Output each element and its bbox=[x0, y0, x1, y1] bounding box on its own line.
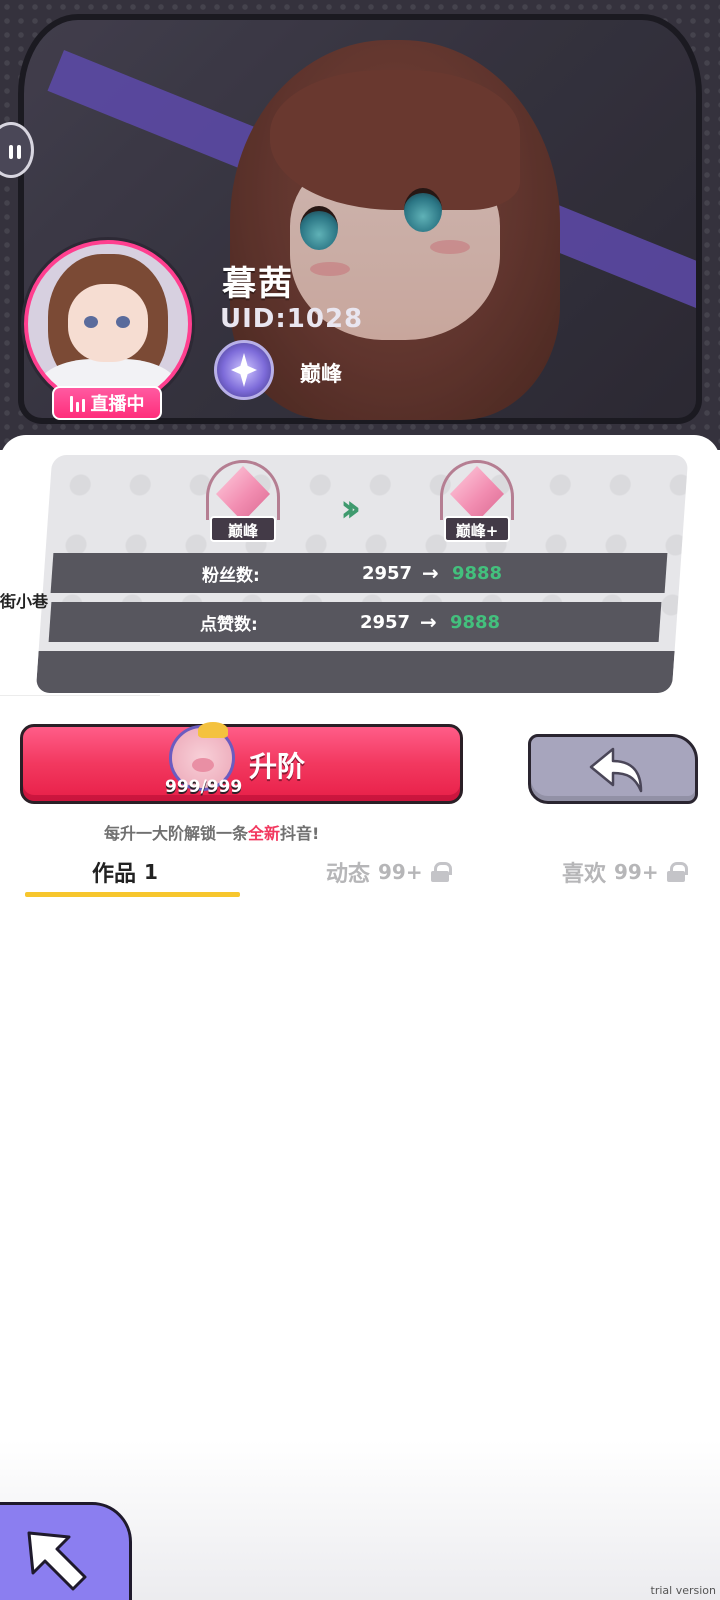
floating-action-button[interactable] bbox=[0, 1502, 132, 1600]
tab-label: 喜欢 bbox=[562, 862, 607, 887]
right-arrow-icon: → bbox=[420, 610, 437, 634]
double-chevron-icon: ›› bbox=[340, 486, 362, 530]
upgrade-hint: 每升一大阶解锁一条全新抖音! bbox=[104, 820, 319, 844]
hint-prefix: 每升一大阶解锁一条 bbox=[104, 824, 249, 843]
next-rank-badge: 巅峰+ bbox=[440, 460, 514, 546]
stat-to-value: 9888 bbox=[452, 562, 503, 584]
cursor-arrow-icon bbox=[27, 1531, 87, 1591]
upgrade-token-count: 999/999 bbox=[165, 777, 243, 797]
next-rank-label: 巅峰+ bbox=[444, 516, 510, 542]
lock-icon bbox=[430, 862, 452, 882]
stat-to-value: 9888 bbox=[450, 611, 501, 633]
tab-works[interactable]: 作品 1 bbox=[92, 856, 158, 888]
rank-emblem-icon bbox=[214, 340, 274, 400]
profile-banner: 直播中 暮茜 UID:1028 巅峰 bbox=[0, 0, 720, 450]
stat-label: 点赞数: bbox=[200, 614, 258, 635]
back-button[interactable] bbox=[528, 734, 698, 804]
stat-row-fans: 粉丝数: 2957 → 9888 bbox=[50, 553, 668, 593]
stat-from-value: 2957 bbox=[360, 611, 411, 633]
stat-from-value: 2957 bbox=[362, 562, 413, 584]
right-arrow-icon: → bbox=[422, 561, 439, 585]
upgrade-button[interactable]: 升阶 999/999 bbox=[20, 722, 463, 804]
divider bbox=[0, 695, 160, 696]
live-badge[interactable]: 直播中 bbox=[52, 386, 162, 420]
tab-label: 动态 bbox=[326, 862, 371, 887]
tab-count: 99+ bbox=[378, 860, 423, 884]
tab-count: 1 bbox=[144, 860, 158, 884]
back-arrow-icon bbox=[589, 747, 643, 793]
tab-dynamic[interactable]: 动态 99+ bbox=[326, 856, 452, 888]
lock-icon bbox=[666, 862, 688, 882]
hint-suffix: 抖音! bbox=[280, 824, 320, 843]
live-bars-icon bbox=[69, 394, 85, 412]
profile-uid: UID:1028 bbox=[220, 304, 364, 334]
stat-row-likes: 点赞数: 2957 → 9888 bbox=[48, 602, 662, 642]
side-location-tag: 街小巷 bbox=[0, 592, 49, 611]
tab-likes[interactable]: 喜欢 99+ bbox=[562, 856, 688, 888]
stat-label: 粉丝数: bbox=[202, 565, 260, 586]
current-rank-label: 巅峰 bbox=[210, 516, 276, 542]
profile-rank: 巅峰 bbox=[300, 362, 342, 386]
avatar[interactable] bbox=[24, 240, 192, 408]
live-badge-label: 直播中 bbox=[90, 394, 145, 415]
tab-count: 99+ bbox=[614, 860, 659, 884]
tab-label: 作品 bbox=[92, 862, 137, 887]
watermark: trial version bbox=[650, 1584, 716, 1597]
profile-name: 暮茜 bbox=[222, 264, 294, 304]
hint-highlight: 全新 bbox=[248, 824, 281, 843]
current-rank-badge: 巅峰 bbox=[206, 460, 280, 546]
active-tab-indicator bbox=[25, 892, 240, 897]
upgrade-button-label: 升阶 bbox=[249, 750, 306, 783]
